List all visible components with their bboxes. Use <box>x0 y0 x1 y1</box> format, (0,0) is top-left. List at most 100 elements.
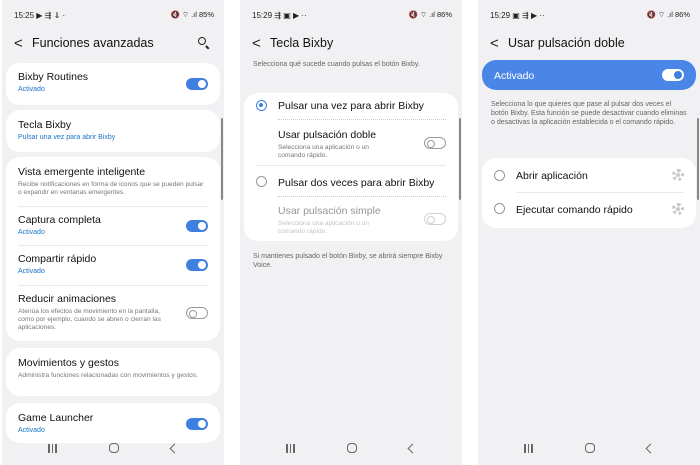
scrollbar[interactable] <box>220 118 223 200</box>
recent-apps-icon[interactable] <box>286 443 295 453</box>
phone-screen-bixby-key: 15:29 ⇶ ▣ ▶ ·· 🔇 ⌔ .ıl 86% < Tecla Bixby… <box>240 0 462 465</box>
gear-icon[interactable] <box>672 203 684 215</box>
scrollbar[interactable] <box>696 118 699 200</box>
status-time: 15:29 <box>490 10 511 20</box>
option-open-app[interactable]: Abrir aplicación <box>516 170 588 182</box>
status-time: 15:25 <box>14 10 35 20</box>
master-switch-banner[interactable]: Activado <box>482 60 696 90</box>
status-notification-icons: ⇶ ▣ ▶ ·· <box>274 10 307 20</box>
screenshot-collage: 15:25 ▶ ⇶ ⇓ · 🔇 ⌔ .ıl 85% < Funciones av… <box>0 0 700 465</box>
option-run-quick-command[interactable]: Ejecutar comando rápido <box>516 204 633 216</box>
item-status: Activado <box>18 86 45 93</box>
divider <box>516 192 684 193</box>
page-title: Funciones avanzadas <box>32 36 154 50</box>
radio-press-twice[interactable] <box>256 176 267 187</box>
recent-apps-icon[interactable] <box>48 443 57 453</box>
status-time: 15:29 <box>252 10 273 20</box>
nav-back-icon[interactable] <box>407 443 418 453</box>
settings-item-bixby-key[interactable]: Tecla Bixby Pulsar una vez para abrir Bi… <box>6 119 220 141</box>
master-switch-label: Activado <box>494 70 535 82</box>
intro-text: Selecciona qué sucede cuando pulsas el b… <box>253 61 420 68</box>
item-title: Compartir rápido <box>18 253 97 265</box>
app-header: < Usar pulsación doble <box>478 30 700 56</box>
intro-text: Selecciona lo que quieres que pase al pu… <box>491 101 687 126</box>
option-press-once[interactable]: Pulsar una vez para abrir Bixby <box>278 100 424 112</box>
item-description: Selecciona una aplicación o un comando r… <box>278 144 369 159</box>
divider <box>256 165 446 166</box>
navigation-bar <box>478 431 700 465</box>
divider <box>18 206 208 207</box>
item-description: Atenúa los efectos de movimiento en la p… <box>18 308 161 331</box>
quick-share-toggle[interactable] <box>186 259 208 271</box>
item-status: Activado <box>18 229 45 236</box>
nav-back-icon[interactable] <box>645 443 656 453</box>
footer-note: Si mantienes pulsado el botón Bixby, se … <box>253 253 443 269</box>
settings-item-smart-popup[interactable]: Vista emergente inteligente Recibe notif… <box>6 166 220 197</box>
status-notification-icons: ▶ ⇶ ⇓ · <box>36 10 66 20</box>
home-icon[interactable] <box>584 443 595 453</box>
navigation-bar <box>2 431 224 465</box>
status-notification-icons: ▣ ⇶ ▶ ·· <box>512 10 545 20</box>
status-indicators: 🔇 ⌔ .ıl 86% <box>408 10 452 19</box>
single-press-toggle <box>424 213 446 225</box>
settings-item-motions-gestures[interactable]: Movimientos y gestos Administra funcione… <box>6 357 220 380</box>
double-press-toggle[interactable] <box>424 137 446 149</box>
item-status: Pulsar una vez para abrir Bixby <box>18 134 116 141</box>
divider <box>278 196 446 197</box>
phone-screen-advanced-features: 15:25 ▶ ⇶ ⇓ · 🔇 ⌔ .ıl 85% < Funciones av… <box>2 0 224 465</box>
item-description: Selecciona una aplicación o un comando r… <box>278 220 369 235</box>
use-single-press-item: Usar pulsación simple Selecciona una apl… <box>278 205 396 236</box>
item-status: Activado <box>18 268 45 275</box>
game-launcher-toggle[interactable] <box>186 418 208 430</box>
nav-back-icon[interactable] <box>169 443 180 453</box>
item-title: Captura completa <box>18 214 101 226</box>
app-header: < Tecla Bixby <box>240 30 462 56</box>
use-double-press-item[interactable]: Usar pulsación doble Selecciona una apli… <box>278 129 396 160</box>
divider <box>278 119 446 120</box>
home-icon[interactable] <box>108 443 119 453</box>
status-bar: 15:29 ⇶ ▣ ▶ ·· 🔇 ⌔ .ıl 86% <box>240 0 462 30</box>
item-title: Game Launcher <box>18 412 94 424</box>
status-bar: 15:29 ▣ ⇶ ▶ ·· 🔇 ⌔ .ıl 86% <box>478 0 700 30</box>
settings-card-bixby-key: Tecla Bixby Pulsar una vez para abrir Bi… <box>6 110 220 152</box>
item-title: Tecla Bixby <box>18 119 72 131</box>
home-icon[interactable] <box>346 443 357 453</box>
item-title: Movimientos y gestos <box>18 357 119 369</box>
status-indicators: 🔇 ⌔ .ıl 85% <box>170 10 214 19</box>
item-description: Administra funciones relacionadas con mo… <box>18 372 198 379</box>
app-header: < Funciones avanzadas <box>2 30 224 56</box>
status-indicators: 🔇 ⌔ .ıl 86% <box>646 10 690 19</box>
item-title: Reducir animaciones <box>18 293 117 305</box>
settings-card-group: Vista emergente inteligente Recibe notif… <box>6 157 220 341</box>
radio-open-app[interactable] <box>494 170 505 181</box>
option-press-twice[interactable]: Pulsar dos veces para abrir Bixby <box>278 177 434 189</box>
radio-press-once[interactable] <box>256 100 267 111</box>
settings-card-motions: Movimientos y gestos Administra funcione… <box>6 348 220 396</box>
item-title: Vista emergente inteligente <box>18 166 146 178</box>
back-arrow-icon[interactable]: < <box>490 36 508 51</box>
master-switch-toggle[interactable] <box>662 69 684 81</box>
double-press-options-card: Abrir aplicación Ejecutar comando rápido <box>482 158 696 228</box>
reduce-animations-toggle[interactable] <box>186 307 208 319</box>
divider <box>18 285 208 286</box>
search-icon[interactable] <box>196 35 212 51</box>
gear-icon[interactable] <box>672 169 684 181</box>
item-description: Recibe notificaciones en forma de iconos… <box>18 181 204 196</box>
status-bar: 15:25 ▶ ⇶ ⇓ · 🔇 ⌔ .ıl 85% <box>2 0 224 30</box>
back-arrow-icon[interactable]: < <box>14 36 32 51</box>
scrollbar[interactable] <box>458 118 461 200</box>
item-title: Bixby Routines <box>18 71 89 83</box>
page-title: Usar pulsación doble <box>508 36 625 50</box>
bixby-key-options-card: Pulsar una vez para abrir Bixby Usar pul… <box>244 93 458 241</box>
recent-apps-icon[interactable] <box>524 443 533 453</box>
settings-card-bixby-routines: Bixby Routines Activado <box>6 63 220 105</box>
back-arrow-icon[interactable]: < <box>252 36 270 51</box>
page-title: Tecla Bixby <box>270 36 334 50</box>
item-title: Usar pulsación simple <box>278 205 381 217</box>
bixby-routines-toggle[interactable] <box>186 78 208 90</box>
radio-run-quick-command[interactable] <box>494 203 505 214</box>
phone-screen-double-press: 15:29 ▣ ⇶ ▶ ·· 🔇 ⌔ .ıl 86% < Usar pulsac… <box>478 0 700 465</box>
navigation-bar <box>240 431 462 465</box>
full-capture-toggle[interactable] <box>186 220 208 232</box>
divider <box>18 245 208 246</box>
